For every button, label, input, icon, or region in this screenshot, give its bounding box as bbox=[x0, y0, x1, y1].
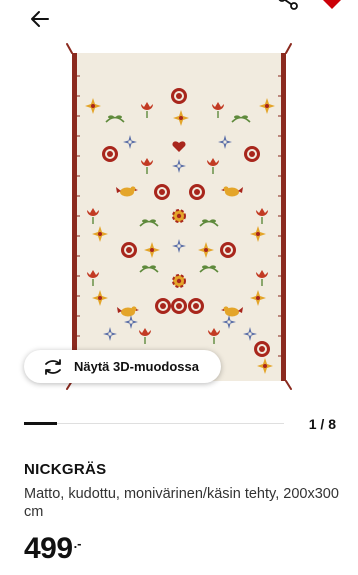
pager-track bbox=[24, 423, 284, 424]
product-description: Matto, kudottu, monivärinen/käsin tehty,… bbox=[24, 486, 339, 520]
rug-product-image[interactable] bbox=[0, 36, 358, 400]
product-image-gallery[interactable] bbox=[0, 36, 358, 400]
favourite-button[interactable] bbox=[320, 0, 344, 10]
top-bar bbox=[0, 0, 358, 36]
heart-icon bbox=[323, 0, 341, 9]
view-3d-button[interactable]: Näytä 3D-muodossa bbox=[24, 350, 221, 383]
pager-counter: 1 / 8 bbox=[308, 416, 336, 432]
price-integer: 499 bbox=[24, 532, 73, 565]
arrow-left-icon bbox=[31, 11, 49, 27]
product-name: NICKGRÄS bbox=[24, 461, 107, 478]
pager-progress bbox=[24, 422, 57, 425]
share-icon bbox=[278, 0, 298, 10]
image-pager: 1 / 8 bbox=[24, 416, 336, 436]
view-3d-label: Näytä 3D-muodossa bbox=[74, 359, 199, 374]
back-button[interactable] bbox=[27, 6, 53, 32]
share-button[interactable] bbox=[276, 0, 300, 12]
product-price: 499 .- bbox=[24, 532, 82, 566]
rotate-3d-icon bbox=[42, 358, 64, 375]
price-suffix: .- bbox=[73, 536, 82, 551]
